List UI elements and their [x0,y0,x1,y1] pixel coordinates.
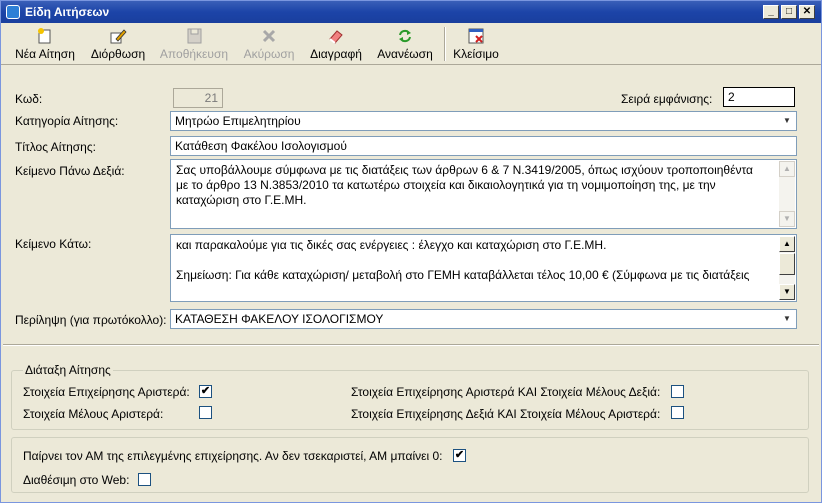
main-window: Είδη Αιτήσεων _ □ ✕ Νέα Αίτηση Διόρθωση … [0,0,822,503]
company-left-checkbox[interactable]: ✔ [199,385,212,398]
title-bar[interactable]: Είδη Αιτήσεων _ □ ✕ [1,1,821,23]
am-option-checkbox[interactable]: ✔ [453,449,466,462]
summary-label: Περίληψη (για πρωτόκολλο): [15,313,167,327]
top-right-text-label: Κείμενο Πάνω Δεξιά: [15,164,125,178]
request-title-field[interactable]: Κατάθεση Φακέλου Ισολογισμού [170,136,797,156]
web-available-label: Διαθέσιμη στο Web: [23,473,130,487]
refresh-icon [396,27,414,45]
eraser-icon [327,27,345,45]
close-form-icon [467,27,485,45]
chevron-down-icon[interactable]: ▼ [780,114,794,128]
window-title: Είδη Αιτήσεων [25,5,110,19]
scroll-up-icon[interactable]: ▲ [779,236,795,252]
member-left-label: Στοιχεία Μέλους Αριστερά: [23,407,164,421]
company-right-member-left-checkbox[interactable] [671,406,684,419]
new-request-button[interactable]: Νέα Αίτηση [11,27,79,63]
pencil-icon [109,27,127,45]
x-mark-icon [260,27,278,45]
summary-value: ΚΑΤΑΘΕΣΗ ΦΑΚΕΛΟΥ ΙΣΟΛΟΓΙΣΜΟΥ [175,312,384,326]
minimize-button[interactable]: _ [763,5,779,19]
bottom-text-area[interactable]: και παρακαλούμε για τις δικές σας ενέργε… [170,234,797,302]
bottom-scrollbar[interactable]: ▲ ▼ [779,236,795,300]
options-groupbox [11,437,809,493]
toolbar: Νέα Αίτηση Διόρθωση Αποθήκευση Ακύρωση Δ… [1,23,821,65]
category-value: Μητρώο Επιμελητηρίου [175,114,301,128]
company-left-member-right-label: Στοιχεία Επιχείρησης Αριστερά ΚΑΙ Στοιχε… [351,385,661,399]
top-right-text-area[interactable]: Σας υποβάλλουμε σύμφωνα με τις διατάξεις… [170,159,797,229]
refresh-button[interactable]: Ανανέωση [374,27,436,63]
bottom-text-label: Κείμενο Κάτω: [15,237,92,251]
top-right-line-1: Σας υποβάλλουμε σύμφωνα με τις διατάξεις… [176,163,753,177]
display-order-label: Σειρά εμφάνισης: [621,92,713,106]
scroll-thumb[interactable] [779,253,795,275]
scroll-down-icon[interactable]: ▼ [779,284,795,300]
new-document-icon [36,27,54,45]
scroll-up-icon[interactable]: ▲ [779,161,795,177]
cancel-button[interactable]: Ακύρωση [239,27,299,63]
section-divider [3,344,819,346]
request-title-label: Τίτλος Αίτησης: [15,140,96,154]
scroll-down-icon[interactable]: ▼ [779,211,795,227]
layout-groupbox [11,370,809,430]
toolbar-separator [444,27,446,61]
company-right-member-left-label: Στοιχεία Επιχείρησης Δεξιά ΚΑΙ Στοιχεία … [351,407,661,421]
code-label: Κωδ: [15,92,43,106]
edit-button[interactable]: Διόρθωση [89,27,147,63]
company-left-label: Στοιχεία Επιχείρησης Αριστερά: [23,385,190,399]
bottom-line-2 [176,253,776,268]
am-option-label: Παίρνει τον ΑΜ της επιλεγμένης επιχείρησ… [23,449,443,463]
bottom-line-1: και παρακαλούμε για τις δικές σας ενέργε… [176,238,607,252]
bottom-line-3: Σημείωση: Για κάθε καταχώριση/ μεταβολή … [176,268,750,282]
category-select[interactable]: Μητρώο Επιμελητηρίου ▼ [170,111,797,131]
category-label: Κατηγορία Αίτησης: [15,114,119,128]
app-icon [6,5,20,19]
code-field: 21 [173,88,223,108]
display-order-field[interactable]: 2 [723,87,795,107]
chevron-down-icon[interactable]: ▼ [780,312,794,326]
save-button[interactable]: Αποθήκευση [157,27,231,63]
floppy-disk-icon [185,27,203,45]
close-window-button[interactable]: ✕ [799,5,815,19]
top-right-scrollbar[interactable]: ▲ ▼ [779,161,795,227]
top-right-line-3: καταχώριση στο Γ.Ε.ΜΗ. [176,193,307,207]
web-available-checkbox[interactable] [138,473,151,486]
maximize-button[interactable]: □ [781,5,797,19]
layout-group-title: Διάταξη Αίτησης [23,363,113,377]
company-left-member-right-checkbox[interactable] [671,385,684,398]
member-left-checkbox[interactable] [199,406,212,419]
delete-button[interactable]: Διαγραφή [306,27,366,63]
close-button[interactable]: Κλείσιμο [451,27,501,63]
top-right-line-2: με το άρθρο 13 Ν.3853/2010 τα κατωτέρω σ… [176,178,716,192]
summary-select[interactable]: ΚΑΤΑΘΕΣΗ ΦΑΚΕΛΟΥ ΙΣΟΛΟΓΙΣΜΟΥ ▼ [170,309,797,329]
